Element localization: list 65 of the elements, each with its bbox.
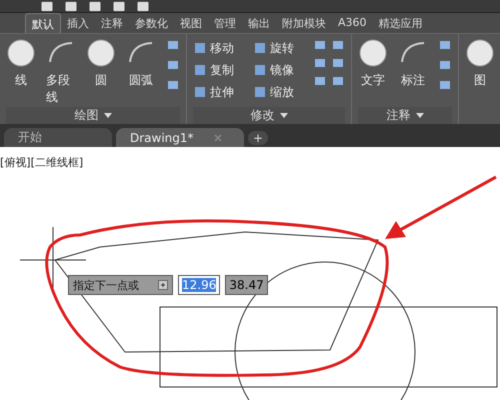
tool-icon[interactable] bbox=[438, 58, 452, 72]
ribbon-tool[interactable]: 镜像 bbox=[253, 60, 309, 80]
tool-icon bbox=[193, 85, 207, 99]
ribbon-tool[interactable]: 缩放 bbox=[253, 82, 309, 102]
toolbar-icon[interactable] bbox=[136, 0, 150, 12]
ribbon-tab[interactable]: 参数化 bbox=[129, 13, 174, 33]
ribbon-tab[interactable]: 精选应用 bbox=[372, 13, 429, 33]
ribbon-tool[interactable]: 圆 bbox=[86, 38, 116, 89]
input-field[interactable]: 38.47 bbox=[225, 275, 268, 295]
ribbon-tab[interactable]: 默认 bbox=[25, 13, 61, 33]
toolbar-icon[interactable] bbox=[40, 0, 54, 12]
tool-icon bbox=[193, 63, 207, 77]
tool-icon bbox=[253, 63, 267, 77]
caret-icon bbox=[416, 113, 424, 118]
ribbon-tool[interactable]: 圆弧 bbox=[126, 38, 156, 89]
toolbar-icon[interactable] bbox=[88, 0, 102, 12]
ribbon-tool[interactable]: 复制 bbox=[193, 60, 249, 80]
ribbon-tool[interactable]: 旋转 bbox=[253, 38, 309, 58]
ribbon-tool[interactable]: 拉伸 bbox=[193, 82, 249, 102]
panel-title[interactable]: 注释 bbox=[358, 107, 452, 124]
viewport-label[interactable]: [俯视][二维线框] bbox=[0, 155, 84, 170]
ribbon-tool[interactable]: 图 bbox=[465, 38, 495, 89]
tool-icon[interactable] bbox=[438, 78, 452, 92]
tool-icon bbox=[253, 41, 267, 55]
tool-icon bbox=[465, 38, 495, 68]
toolbar-icon[interactable] bbox=[112, 0, 126, 12]
ribbon-tab[interactable]: A360 bbox=[332, 13, 373, 33]
ribbon-tab[interactable]: 管理 bbox=[208, 13, 242, 33]
ribbon-tab[interactable]: 视图 bbox=[174, 13, 208, 33]
new-tab-button[interactable]: + bbox=[248, 131, 268, 145]
tool-icon[interactable] bbox=[331, 56, 345, 70]
ribbon-tab[interactable]: 插入 bbox=[61, 13, 95, 33]
tool-icon[interactable] bbox=[166, 78, 180, 92]
tool-icon[interactable] bbox=[166, 38, 180, 52]
file-tab[interactable]: Drawing1* bbox=[116, 128, 244, 147]
ribbon-tab[interactable]: 附加模块 bbox=[276, 13, 332, 33]
tool-icon[interactable] bbox=[313, 74, 327, 88]
tool-icon bbox=[193, 41, 207, 55]
tool-icon[interactable] bbox=[313, 38, 327, 52]
ribbon-tool[interactable]: 多段线 bbox=[46, 38, 76, 106]
tool-icon[interactable] bbox=[331, 74, 345, 88]
tool-icon[interactable] bbox=[331, 38, 345, 52]
tool-icon[interactable] bbox=[166, 58, 180, 72]
toolbar-icon[interactable] bbox=[64, 0, 78, 12]
tool-icon[interactable] bbox=[313, 56, 327, 70]
tool-icon bbox=[253, 85, 267, 99]
input-field[interactable]: 12.96 bbox=[178, 275, 220, 295]
tool-icon bbox=[86, 38, 116, 68]
ribbon-tool[interactable]: 文字 bbox=[358, 38, 388, 89]
command-prompt: 指定下一点或 bbox=[68, 275, 173, 295]
ribbon-tool[interactable]: 线 bbox=[6, 38, 36, 89]
file-tab[interactable]: 开始 bbox=[4, 128, 112, 147]
ribbon-tool[interactable]: 标注 bbox=[398, 38, 428, 89]
caret-icon bbox=[280, 113, 288, 118]
panel-title[interactable]: 绘图 bbox=[6, 107, 180, 124]
dropdown-icon[interactable] bbox=[158, 280, 168, 290]
tool-icon[interactable] bbox=[438, 38, 452, 52]
ribbon-tool[interactable]: 移动 bbox=[193, 38, 249, 58]
panel-title[interactable]: 修改 bbox=[193, 107, 345, 124]
caret-icon bbox=[104, 113, 112, 118]
ribbon-tab[interactable]: 输出 bbox=[242, 13, 276, 33]
tool-icon bbox=[6, 38, 36, 68]
tool-icon bbox=[358, 38, 388, 68]
ribbon-tab[interactable]: 注释 bbox=[95, 13, 129, 33]
close-icon[interactable] bbox=[214, 134, 222, 142]
